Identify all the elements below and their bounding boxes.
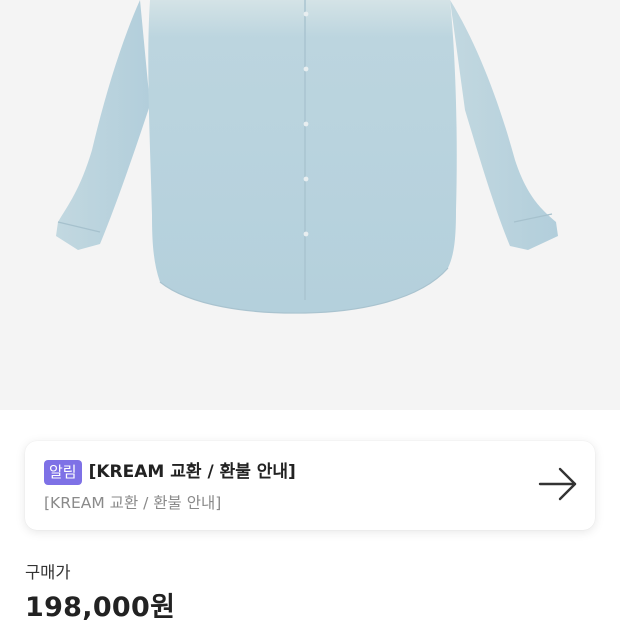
shirt-body	[148, 0, 457, 314]
notice-title-row: 알림 [KREAM 교환 / 환불 안내]	[44, 460, 296, 485]
notice-title: [KREAM 교환 / 환불 안내]	[88, 462, 296, 482]
right-sleeve	[450, 0, 558, 250]
denim-shirt-image	[56, 0, 558, 314]
left-sleeve	[56, 0, 150, 250]
notice-badge: 알림	[44, 460, 82, 485]
notice-card[interactable]: 알림 [KREAM 교환 / 환불 안내] [KREAM 교환 / 환불 안내]	[25, 441, 595, 530]
price-value: 198,000원	[25, 592, 176, 623]
arrow-right-icon[interactable]	[538, 467, 578, 501]
product-image[interactable]	[0, 0, 620, 410]
notice-subtitle: [KREAM 교환 / 환불 안내]	[44, 494, 222, 512]
price-label: 구매가	[25, 563, 71, 582]
